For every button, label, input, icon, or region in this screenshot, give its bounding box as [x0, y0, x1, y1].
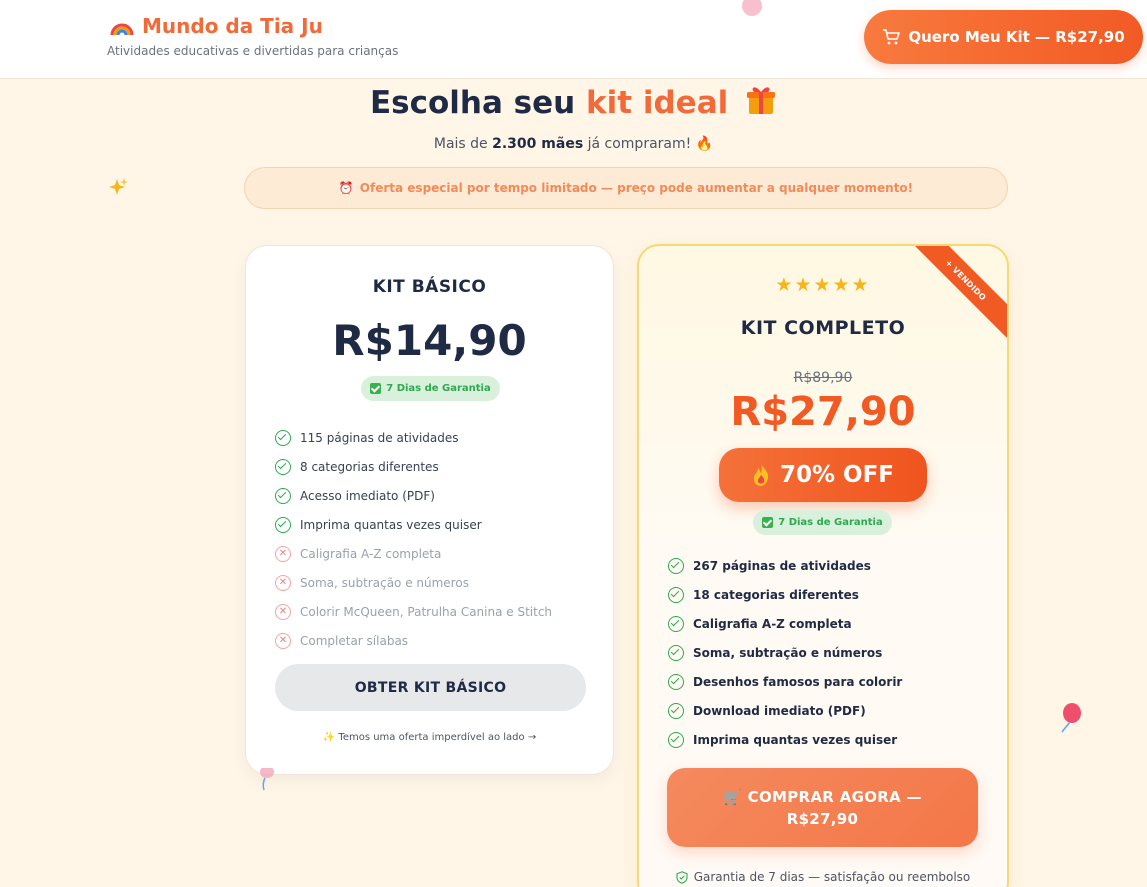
social-proof: Mais de 2.300 mães já compraram! 🔥: [0, 136, 1147, 152]
flame-icon: [753, 464, 769, 486]
x-circle-icon: ✕: [275, 545, 291, 562]
check-circle-icon: [668, 557, 684, 574]
complete-feature-list: 267 páginas de atividades 18 categorias …: [668, 551, 902, 754]
header-buy-button[interactable]: Quero Meu Kit — R$27,90: [864, 10, 1143, 64]
complete-kit-card: + VENDIDO ★★★★★ KIT COMPLETO R$89,90 R$2…: [637, 244, 1009, 887]
feature-label: Caligrafia A-Z completa: [300, 546, 442, 561]
feature-label: 18 categorias diferentes: [693, 587, 859, 602]
feature-item: Imprima quantas vezes quiser: [668, 725, 902, 754]
feature-item-excluded: ✕ Completar sílabas: [275, 626, 552, 655]
brand-name: Mundo da Tia Ju: [142, 14, 323, 38]
buy-now-label: 🛒 COMPRAR AGORA —: [723, 787, 922, 806]
feature-label: Download imediato (PDF): [693, 703, 866, 718]
feature-label: 115 páginas de atividades: [300, 430, 459, 445]
check-circle-icon: [275, 458, 291, 475]
rainbow-icon: [110, 23, 134, 36]
feature-item: Imprima quantas vezes quiser: [275, 510, 552, 539]
page-title: Escolha seu kit ideal: [0, 84, 1147, 121]
upsell-note: ✨ Temos uma oferta imperdível ao lado →: [322, 732, 537, 743]
feature-label: Imprima quantas vezes quiser: [693, 732, 898, 747]
check-circle-icon: [275, 487, 291, 504]
feature-item: Caligrafia A-Z completa: [668, 609, 902, 638]
original-price: R$89,90: [793, 370, 853, 386]
cart-icon: [883, 29, 901, 45]
brand[interactable]: Mundo da Tia Ju Atividades educativas e …: [107, 14, 399, 58]
check-circle-icon: [275, 429, 291, 446]
sparkle-icon: [109, 178, 128, 195]
discount-label: 70% OFF: [779, 462, 895, 488]
feature-item: 267 páginas de atividades: [668, 551, 902, 580]
feature-label: Colorir McQueen, Patrulha Canina e Stitc…: [300, 604, 553, 619]
feature-label: Acesso imediato (PDF): [300, 488, 435, 503]
check-circle-icon: [668, 644, 684, 661]
buy-now-price: R$27,90: [786, 809, 859, 828]
basic-feature-list: 115 páginas de atividades 8 categorias d…: [275, 423, 552, 655]
guarantee-label: 7 Dias de Garantia: [386, 383, 491, 394]
guarantee-badge: 7 Dias de Garantia: [361, 376, 500, 401]
feature-item: 115 páginas de atividades: [275, 423, 552, 452]
title-accent: kit ideal: [586, 85, 729, 121]
gift-icon: [747, 87, 776, 114]
checkbox-icon: [370, 383, 382, 394]
basic-kit-card: KIT BÁSICO R$14,90 7 Dias de Garantia 11…: [245, 245, 614, 775]
feature-item: 8 categorias diferentes: [275, 452, 552, 481]
social-proof-prefix: Mais de: [433, 136, 493, 152]
discount-badge: 70% OFF: [719, 448, 927, 502]
guarantee-badge: 7 Dias de Garantia: [753, 510, 892, 535]
feature-label: 267 páginas de atividades: [693, 558, 871, 573]
get-basic-kit-button[interactable]: OBTER KIT BÁSICO: [275, 664, 586, 711]
feature-item-excluded: ✕ Soma, subtração e números: [275, 568, 552, 597]
balloon-icon: [742, 0, 762, 16]
header-buy-label: Quero Meu Kit — R$27,90: [908, 28, 1125, 46]
check-circle-icon: [668, 615, 684, 632]
feature-item-excluded: ✕ Caligrafia A-Z completa: [275, 539, 552, 568]
feature-label: Soma, subtração e números: [693, 645, 883, 660]
feature-item: Soma, subtração e números: [668, 638, 902, 667]
x-circle-icon: ✕: [275, 632, 291, 649]
feature-label: Imprima quantas vezes quiser: [300, 517, 482, 532]
feature-item-excluded: ✕ Colorir McQueen, Patrulha Canina e Stit…: [275, 597, 552, 626]
feature-label: Caligrafia A-Z completa: [693, 616, 852, 631]
site-header: Mundo da Tia Ju Atividades educativas e …: [0, 0, 1147, 79]
rating-stars: ★★★★★: [775, 274, 871, 296]
check-circle-icon: [668, 673, 684, 690]
title-prefix: Escolha seu: [369, 85, 586, 121]
x-circle-icon: ✕: [275, 603, 291, 620]
balloon-icon: [260, 768, 274, 791]
feature-label: Completar sílabas: [300, 633, 409, 648]
guarantee-label: 7 Dias de Garantia: [778, 517, 883, 528]
buy-now-button[interactable]: 🛒 COMPRAR AGORA — R$27,90: [667, 768, 978, 847]
basic-kit-price: R$14,90: [332, 316, 527, 365]
feature-item: Acesso imediato (PDF): [275, 481, 552, 510]
check-circle-icon: [668, 702, 684, 719]
shield-check-icon: [676, 870, 688, 884]
brand-tagline: Atividades educativas e divertidas para …: [107, 44, 399, 58]
check-circle-icon: [668, 731, 684, 748]
complete-kit-price: R$27,90: [730, 389, 916, 435]
check-circle-icon: [275, 516, 291, 533]
basic-kit-title: KIT BÁSICO: [372, 277, 487, 297]
complete-kit-title: KIT COMPLETO: [740, 317, 906, 339]
feature-label: Soma, subtração e números: [300, 575, 469, 590]
guarantee-note: Garantia de 7 dias — satisfação ou reemb…: [639, 870, 1007, 884]
limited-offer-banner: ⏰ Oferta especial por tempo limitado — p…: [244, 167, 1008, 209]
x-circle-icon: ✕: [275, 574, 291, 591]
checkbox-icon: [762, 517, 774, 528]
feature-item: Download imediato (PDF): [668, 696, 902, 725]
balloon-icon: [1061, 703, 1081, 733]
social-proof-count: 2.300 mães: [492, 136, 584, 152]
offer-text: Oferta especial por tempo limitado — pre…: [359, 181, 914, 195]
guarantee-note-text: Garantia de 7 dias — satisfação ou reemb…: [693, 870, 971, 884]
feature-label: 8 categorias diferentes: [300, 459, 439, 474]
check-circle-icon: [668, 586, 684, 603]
social-proof-suffix: já compraram! 🔥: [583, 136, 714, 152]
alarm-clock-icon: ⏰: [338, 181, 354, 195]
feature-item: 18 categorias diferentes: [668, 580, 902, 609]
feature-label: Desenhos famosos para colorir: [693, 674, 903, 689]
feature-item: Desenhos famosos para colorir: [668, 667, 902, 696]
